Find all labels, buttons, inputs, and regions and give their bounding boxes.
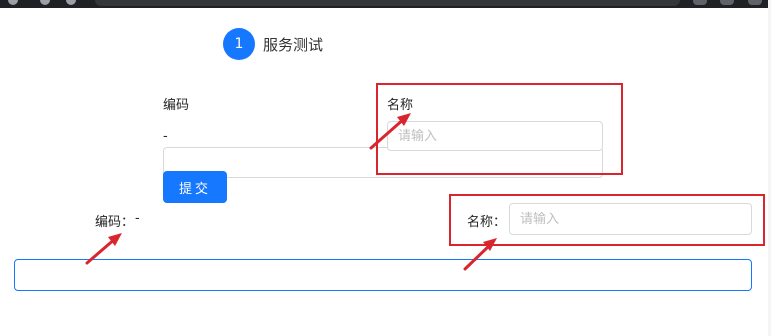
toolbar-button[interactable] [720, 0, 734, 5]
toolbar-dot [8, 0, 18, 5]
annotation-box [376, 83, 623, 175]
toolbar-dot [66, 0, 76, 5]
toolbar-dot [40, 0, 50, 5]
code-label-inline: 编码： [95, 215, 135, 230]
address-bar[interactable] [95, 0, 680, 6]
step-item: 1 服务测试 [223, 28, 323, 60]
toolbar-button[interactable] [748, 0, 762, 5]
submit-button[interactable]: 提交 [163, 171, 227, 203]
code-value-inline: - [135, 211, 140, 226]
annotation-box [449, 194, 765, 246]
step-title: 服务测试 [263, 35, 324, 54]
toolbar-button[interactable] [693, 0, 707, 5]
browser-toolbar [0, 0, 771, 8]
code-label: 编码 [163, 98, 190, 113]
step-number-badge: 1 [223, 28, 255, 60]
code-value: - [163, 129, 168, 144]
code-input-inline[interactable] [14, 259, 752, 291]
